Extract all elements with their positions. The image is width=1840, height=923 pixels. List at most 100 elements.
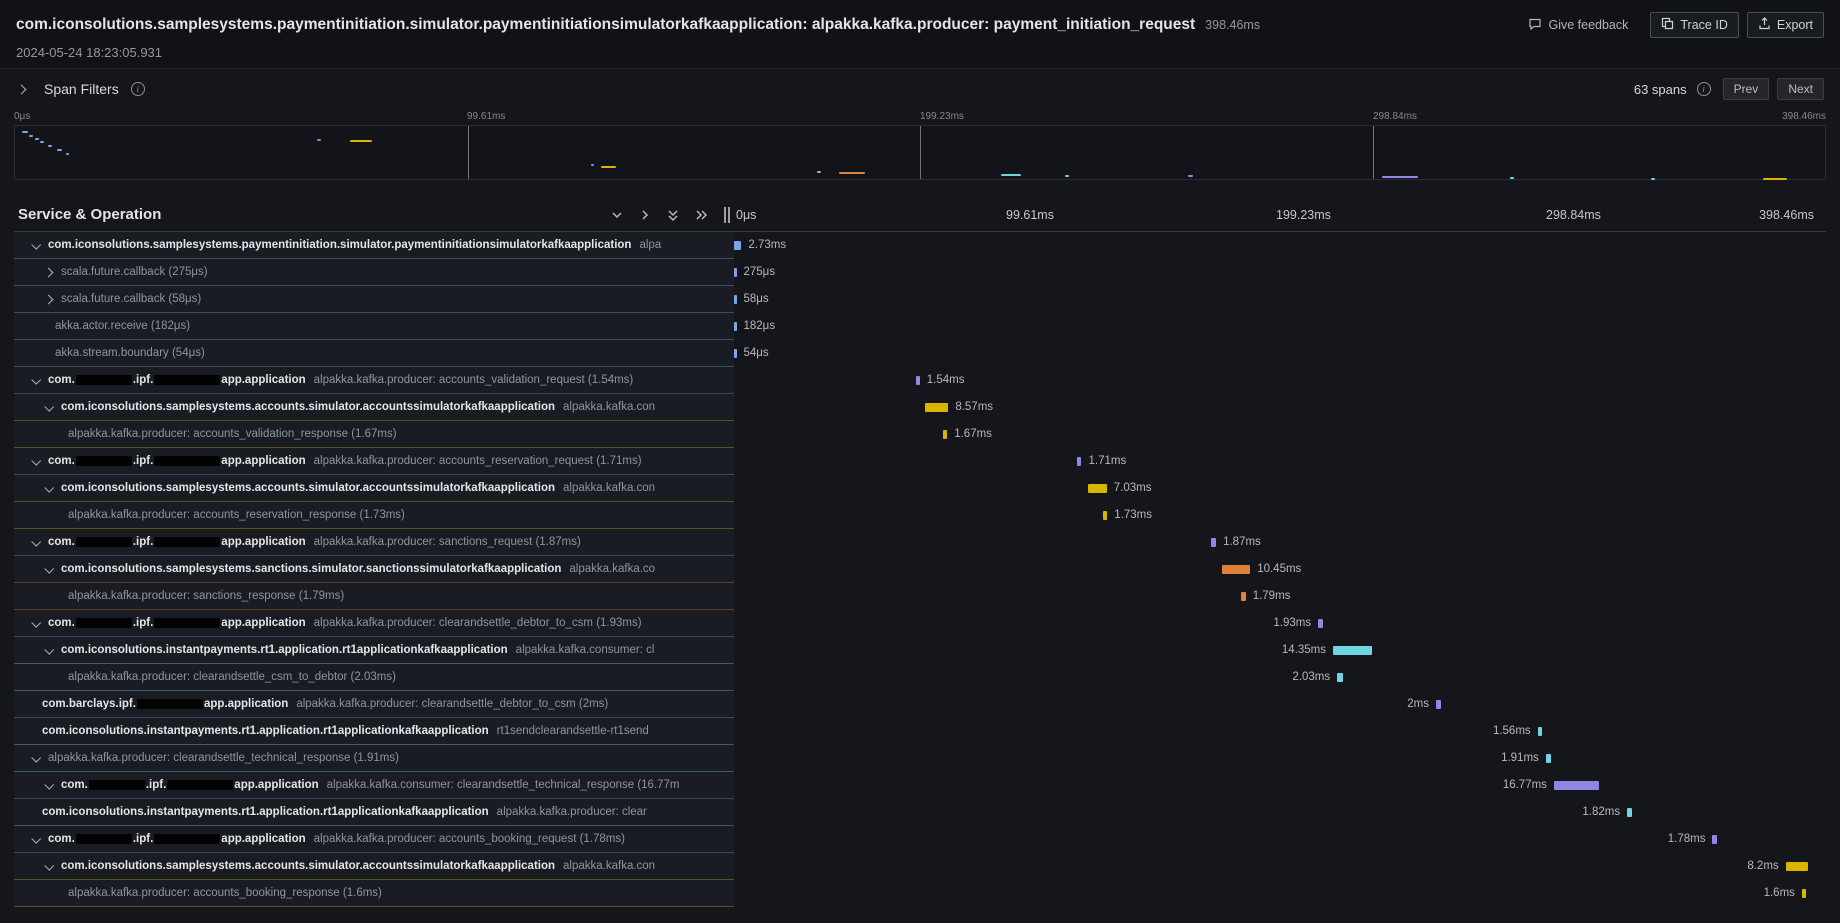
span-bar[interactable] [1318, 619, 1323, 628]
span-bar[interactable] [1538, 727, 1542, 736]
export-button[interactable]: Export [1747, 12, 1824, 38]
expander-icon[interactable] [44, 860, 54, 870]
span-name-cell[interactable]: akka.stream.boundary (54μs) [14, 340, 734, 367]
span-row[interactable]: akka.stream.boundary (54μs)54μs [14, 340, 1826, 367]
span-bar[interactable] [1222, 565, 1250, 574]
span-row[interactable]: com.iconsolutions.samplesystems.paymenti… [14, 232, 1826, 259]
collapse-all-icon[interactable] [666, 208, 680, 222]
info-icon[interactable]: i [131, 82, 145, 96]
span-bar[interactable] [1077, 457, 1082, 466]
expand-all-icon[interactable] [694, 208, 708, 222]
expander-icon[interactable] [44, 482, 54, 492]
span-row[interactable]: scala.future.callback (275μs)275μs [14, 259, 1826, 286]
give-feedback-button[interactable]: Give feedback [1528, 17, 1628, 34]
span-row[interactable]: com..ipf.app.applicationalpakka.kafka.pr… [14, 610, 1826, 637]
span-bar[interactable] [916, 376, 920, 385]
span-name-cell[interactable]: com..ipf.app.applicationalpakka.kafka.pr… [14, 529, 734, 556]
span-row[interactable]: alpakka.kafka.producer: accounts_booking… [14, 880, 1826, 907]
span-bar[interactable] [1241, 592, 1246, 601]
span-row[interactable]: alpakka.kafka.producer: clearandsettle_t… [14, 745, 1826, 772]
expander-icon[interactable] [31, 833, 41, 843]
span-bar[interactable] [1103, 511, 1108, 520]
span-name-cell[interactable]: com.iconsolutions.samplesystems.accounts… [14, 475, 734, 502]
expander-icon[interactable] [31, 455, 41, 465]
span-row[interactable]: alpakka.kafka.producer: accounts_validat… [14, 421, 1826, 448]
expander-icon[interactable] [44, 563, 54, 573]
span-bar[interactable] [1337, 673, 1343, 682]
span-bar[interactable] [1546, 754, 1551, 763]
span-bar[interactable] [1554, 781, 1599, 790]
span-row[interactable]: alpakka.kafka.producer: clearandsettle_c… [14, 664, 1826, 691]
span-name-cell[interactable]: alpakka.kafka.producer: clearandsettle_t… [14, 745, 734, 772]
span-name-cell[interactable]: com.iconsolutions.samplesystems.accounts… [14, 394, 734, 421]
expander-icon[interactable] [31, 239, 41, 249]
expander-icon[interactable] [44, 779, 54, 789]
span-bar[interactable] [734, 241, 741, 250]
span-name-cell[interactable]: alpakka.kafka.producer: accounts_booking… [14, 880, 734, 907]
span-name-cell[interactable]: com.barclays.ipf.app.applicationalpakka.… [14, 691, 734, 718]
span-row[interactable]: scala.future.callback (58μs)58μs [14, 286, 1826, 313]
expander-icon[interactable] [44, 294, 54, 304]
span-name-cell[interactable]: com.iconsolutions.samplesystems.paymenti… [14, 232, 734, 259]
span-row[interactable]: com..ipf.app.applicationalpakka.kafka.pr… [14, 529, 1826, 556]
span-bar[interactable] [734, 268, 737, 277]
span-filters-expander-icon[interactable] [17, 84, 27, 94]
expander-icon[interactable] [31, 536, 41, 546]
span-row[interactable]: com.iconsolutions.instantpayments.rt1.ap… [14, 799, 1826, 826]
trace-id-button[interactable]: Trace ID [1650, 12, 1738, 38]
span-bar[interactable] [1211, 538, 1216, 547]
trace-minimap[interactable] [14, 125, 1826, 180]
span-name-cell[interactable]: alpakka.kafka.producer: accounts_validat… [14, 421, 734, 448]
span-bar[interactable] [1436, 700, 1441, 709]
span-name-cell[interactable]: com.iconsolutions.instantpayments.rt1.ap… [14, 799, 734, 826]
column-resizer[interactable] [724, 207, 730, 223]
expander-icon[interactable] [44, 267, 54, 277]
next-span-button[interactable]: Next [1777, 78, 1824, 100]
chevron-down-icon[interactable] [610, 208, 624, 222]
span-name-cell[interactable]: com..ipf.app.applicationalpakka.kafka.pr… [14, 448, 734, 475]
span-row[interactable]: alpakka.kafka.producer: sanctions_respon… [14, 583, 1826, 610]
span-bar[interactable] [734, 295, 737, 304]
span-name-cell[interactable]: com..ipf.app.applicationalpakka.kafka.pr… [14, 610, 734, 637]
span-row[interactable]: com.barclays.ipf.app.applicationalpakka.… [14, 691, 1826, 718]
span-bar[interactable] [1712, 835, 1717, 844]
span-name-cell[interactable]: scala.future.callback (275μs) [14, 259, 734, 286]
span-bar[interactable] [1088, 484, 1107, 493]
span-row[interactable]: com.iconsolutions.samplesystems.accounts… [14, 853, 1826, 880]
expander-icon[interactable] [31, 752, 41, 762]
span-name-cell[interactable]: alpakka.kafka.producer: sanctions_respon… [14, 583, 734, 610]
span-bar[interactable] [734, 322, 737, 331]
span-row[interactable]: com..ipf.app.applicationalpakka.kafka.pr… [14, 826, 1826, 853]
expander-icon[interactable] [44, 644, 54, 654]
span-row[interactable]: com..ipf.app.applicationalpakka.kafka.pr… [14, 448, 1826, 475]
span-bar[interactable] [925, 403, 948, 412]
span-bar[interactable] [1333, 646, 1372, 655]
span-name-cell[interactable]: com.iconsolutions.instantpayments.rt1.ap… [14, 637, 734, 664]
info-icon[interactable]: i [1697, 82, 1711, 96]
prev-span-button[interactable]: Prev [1723, 78, 1770, 100]
span-name-cell[interactable]: scala.future.callback (58μs) [14, 286, 734, 313]
span-name-cell[interactable]: com.iconsolutions.samplesystems.sanction… [14, 556, 734, 583]
span-row[interactable]: com.iconsolutions.samplesystems.sanction… [14, 556, 1826, 583]
span-row[interactable]: com.iconsolutions.samplesystems.accounts… [14, 394, 1826, 421]
span-name-cell[interactable]: com..ipf.app.applicationalpakka.kafka.pr… [14, 826, 734, 853]
span-name-cell[interactable]: alpakka.kafka.producer: accounts_reserva… [14, 502, 734, 529]
span-bar[interactable] [943, 430, 948, 439]
span-name-cell[interactable]: com..ipf.app.applicationalpakka.kafka.co… [14, 772, 734, 799]
expander-icon[interactable] [31, 374, 41, 384]
span-name-cell[interactable]: com.iconsolutions.samplesystems.accounts… [14, 853, 734, 880]
span-row[interactable]: akka.actor.receive (182μs)182μs [14, 313, 1826, 340]
span-row[interactable]: com.iconsolutions.samplesystems.accounts… [14, 475, 1826, 502]
span-name-cell[interactable]: com.iconsolutions.instantpayments.rt1.ap… [14, 718, 734, 745]
span-bar[interactable] [1627, 808, 1632, 817]
chevron-right-icon[interactable] [638, 208, 652, 222]
expander-icon[interactable] [31, 617, 41, 627]
span-name-cell[interactable]: akka.actor.receive (182μs) [14, 313, 734, 340]
span-row[interactable]: alpakka.kafka.producer: accounts_reserva… [14, 502, 1826, 529]
span-bar[interactable] [734, 349, 737, 358]
span-row[interactable]: com.iconsolutions.instantpayments.rt1.ap… [14, 637, 1826, 664]
span-row[interactable]: com..ipf.app.applicationalpakka.kafka.co… [14, 772, 1826, 799]
span-bar[interactable] [1802, 889, 1806, 898]
span-name-cell[interactable]: com..ipf.app.applicationalpakka.kafka.pr… [14, 367, 734, 394]
expander-icon[interactable] [44, 401, 54, 411]
